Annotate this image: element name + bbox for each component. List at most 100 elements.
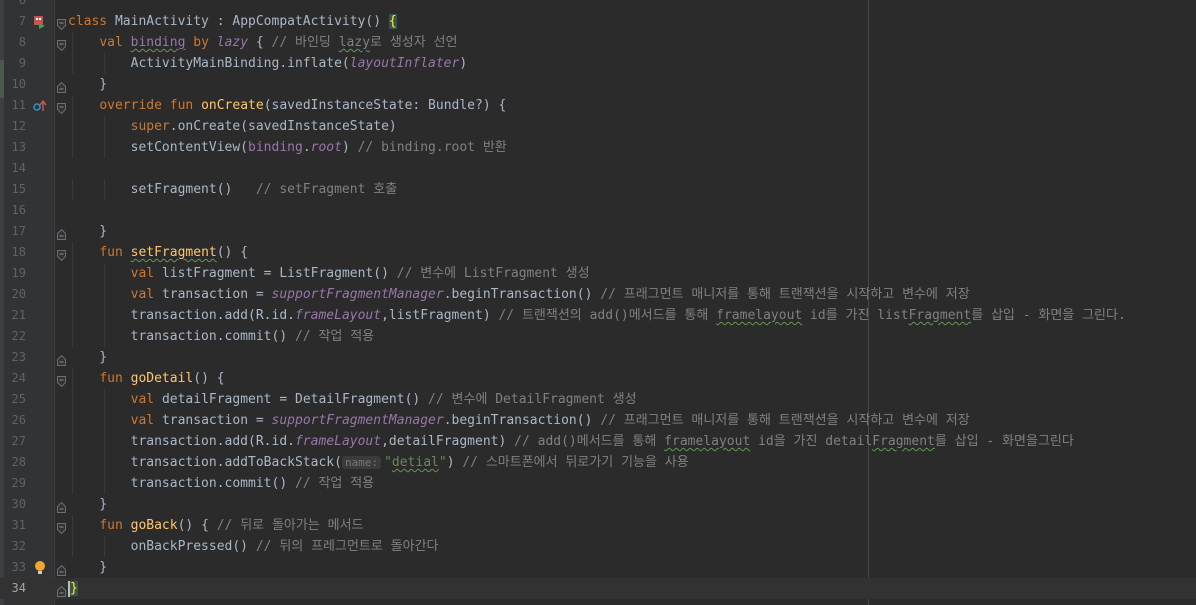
indent-guide: [104, 431, 105, 452]
line-number: 28: [11, 455, 26, 469]
comment: // add()메서드를 통해: [514, 434, 665, 449]
keyword: override fun: [99, 98, 202, 113]
line-number: 33: [11, 560, 26, 574]
code-line[interactable]: 28 transaction.addToBackStack(name: "deti…: [0, 452, 1196, 473]
code-line[interactable]: 30 }: [0, 494, 1196, 515]
code-token: ): [446, 455, 463, 470]
line-number: 21: [11, 308, 26, 322]
code-line[interactable]: 21 transaction.add(R.id.frameLayout,list…: [0, 305, 1196, 326]
comment: 로 생성자 선언: [370, 35, 458, 50]
code-token: () {: [177, 518, 217, 533]
code-line[interactable]: 10 }: [0, 74, 1196, 95]
indent-guide: [72, 389, 73, 410]
code-line[interactable]: 8 val binding by lazy { // 바인딩 lazy로 생성자…: [0, 32, 1196, 53]
fold-close-icon[interactable]: [57, 79, 66, 93]
code-token: }: [68, 224, 108, 239]
code-line[interactable]: 16: [0, 200, 1196, 221]
indent-guide: [72, 305, 73, 326]
code-line[interactable]: 7 class MainActivity : AppCompatActivity(…: [0, 11, 1196, 32]
code-line[interactable]: 20 val transaction = supportFragmentMana…: [0, 284, 1196, 305]
code-line[interactable]: 11 override fun onCreate(savedInstanceSt…: [0, 95, 1196, 116]
keyword: by: [185, 35, 217, 50]
code-line[interactable]: 18 fun setFragment() {: [0, 242, 1196, 263]
indent-guide: [104, 473, 105, 494]
indent-guide: [104, 53, 105, 74]
line-number: 18: [11, 245, 26, 259]
comment: framelayout: [716, 308, 803, 323]
code-text: }: [68, 347, 107, 368]
comment: // 변수에 ListFragment 생성: [396, 266, 590, 281]
code-token: transaction.add(R.id.: [68, 434, 295, 449]
indent-guide: [72, 431, 73, 452]
function-name: goBack: [130, 518, 178, 533]
code-line[interactable]: 33 }: [0, 557, 1196, 578]
fold-open-icon[interactable]: [57, 16, 66, 31]
code-text: val binding by lazy { // 바인딩 lazy로 생성자 선…: [68, 32, 457, 53]
fold-open-icon[interactable]: [57, 247, 66, 262]
code-line[interactable]: 27 transaction.add(R.id.frameLayout,deta…: [0, 431, 1196, 452]
class-run-icon[interactable]: [33, 11, 47, 32]
code-token: ActivityMainBinding.inflate(: [68, 56, 350, 71]
bulb-icon[interactable]: [33, 557, 47, 578]
comment: // binding.root 반환: [357, 140, 507, 155]
code-line[interactable]: 26 val transaction = supportFragmentMana…: [0, 410, 1196, 431]
comment: // 트랜잭션의 add()메서드를 통해: [498, 308, 717, 323]
code-line[interactable]: 13 setContentView(binding.root) // bindi…: [0, 137, 1196, 158]
function-name: setFragment: [130, 245, 217, 260]
code-line[interactable]: 34}: [0, 578, 1196, 599]
code-text: transaction.add(R.id.frameLayout,listFra…: [68, 305, 1126, 326]
indent-guide: [104, 536, 105, 557]
indent-guide: [72, 368, 73, 389]
code-token: setFragment(): [68, 182, 256, 197]
code-token: transaction.add(R.id.: [68, 308, 295, 323]
keyword: class: [68, 14, 115, 29]
keyword: val: [130, 266, 162, 281]
code-token: ): [341, 140, 358, 155]
line-number: 24: [11, 371, 26, 385]
code-line[interactable]: 22 transaction.commit() // 작업 적용: [0, 326, 1196, 347]
keyword: fun: [99, 245, 131, 260]
line-number: 22: [11, 329, 26, 343]
property-ref: frameLayout: [294, 308, 382, 323]
code-line[interactable]: 24 fun goDetail() {: [0, 368, 1196, 389]
fold-close-icon[interactable]: [57, 499, 66, 513]
code-token: MainActivity : AppCompatActivity(): [114, 14, 389, 29]
keyword: val: [130, 392, 162, 407]
code-line[interactable]: 29 transaction.commit() // 작업 적용: [0, 473, 1196, 494]
fold-open-icon[interactable]: [57, 373, 66, 388]
fold-open-icon[interactable]: [57, 37, 66, 52]
code-line[interactable]: 15 setFragment() // setFragment 호출: [0, 179, 1196, 200]
code-line[interactable]: 12 super.onCreate(savedInstanceState): [0, 116, 1196, 137]
code-token: onBackPressed(): [68, 539, 256, 554]
line-number: 14: [11, 161, 26, 175]
code-line[interactable]: 19 val listFragment = ListFragment() // …: [0, 263, 1196, 284]
code-text: transaction.addToBackStack(name: "detial"…: [68, 452, 689, 473]
comment: 를 삽입 - 화면을 그린다.: [971, 308, 1126, 323]
fold-close-icon[interactable]: [57, 226, 66, 240]
code-line[interactable]: 32 onBackPressed() // 뒤의 프레그먼트로 돌아간다: [0, 536, 1196, 557]
property-ref: supportFragmentManager: [271, 287, 444, 302]
code-token: detailFragment = DetailFragment(): [161, 392, 429, 407]
override-icon[interactable]: [33, 95, 47, 116]
code-line[interactable]: 31 fun goBack() { // 뒤로 돌아가는 메서드: [0, 515, 1196, 536]
code-editor[interactable]: 6 7 class MainActivity : AppCompatActivity…: [0, 0, 1196, 599]
code-line[interactable]: 25 val detailFragment = DetailFragment()…: [0, 389, 1196, 410]
code-text: override fun onCreate(savedInstanceState…: [68, 95, 506, 116]
indent-guide: [72, 536, 73, 557]
keyword: val: [99, 35, 131, 50]
code-token: transaction.commit(): [68, 476, 295, 491]
fold-close-icon[interactable]: [57, 562, 66, 576]
comment: // 작업 적용: [294, 476, 375, 491]
code-line[interactable]: 14: [0, 158, 1196, 179]
fold-open-icon[interactable]: [57, 520, 66, 535]
string-literal: detial: [391, 455, 439, 470]
comment: // setFragment 호출: [255, 182, 398, 197]
code-line[interactable]: 9 ActivityMainBinding.inflate(layoutInfl…: [0, 53, 1196, 74]
code-line[interactable]: 6: [0, 0, 1196, 11]
code-line[interactable]: 23 }: [0, 347, 1196, 368]
code-line[interactable]: 17 }: [0, 221, 1196, 242]
fold-close-icon[interactable]: [57, 352, 66, 366]
fold-open-icon[interactable]: [57, 100, 66, 115]
fold-close-icon[interactable]: [57, 583, 66, 597]
line-number: 8: [18, 35, 26, 49]
